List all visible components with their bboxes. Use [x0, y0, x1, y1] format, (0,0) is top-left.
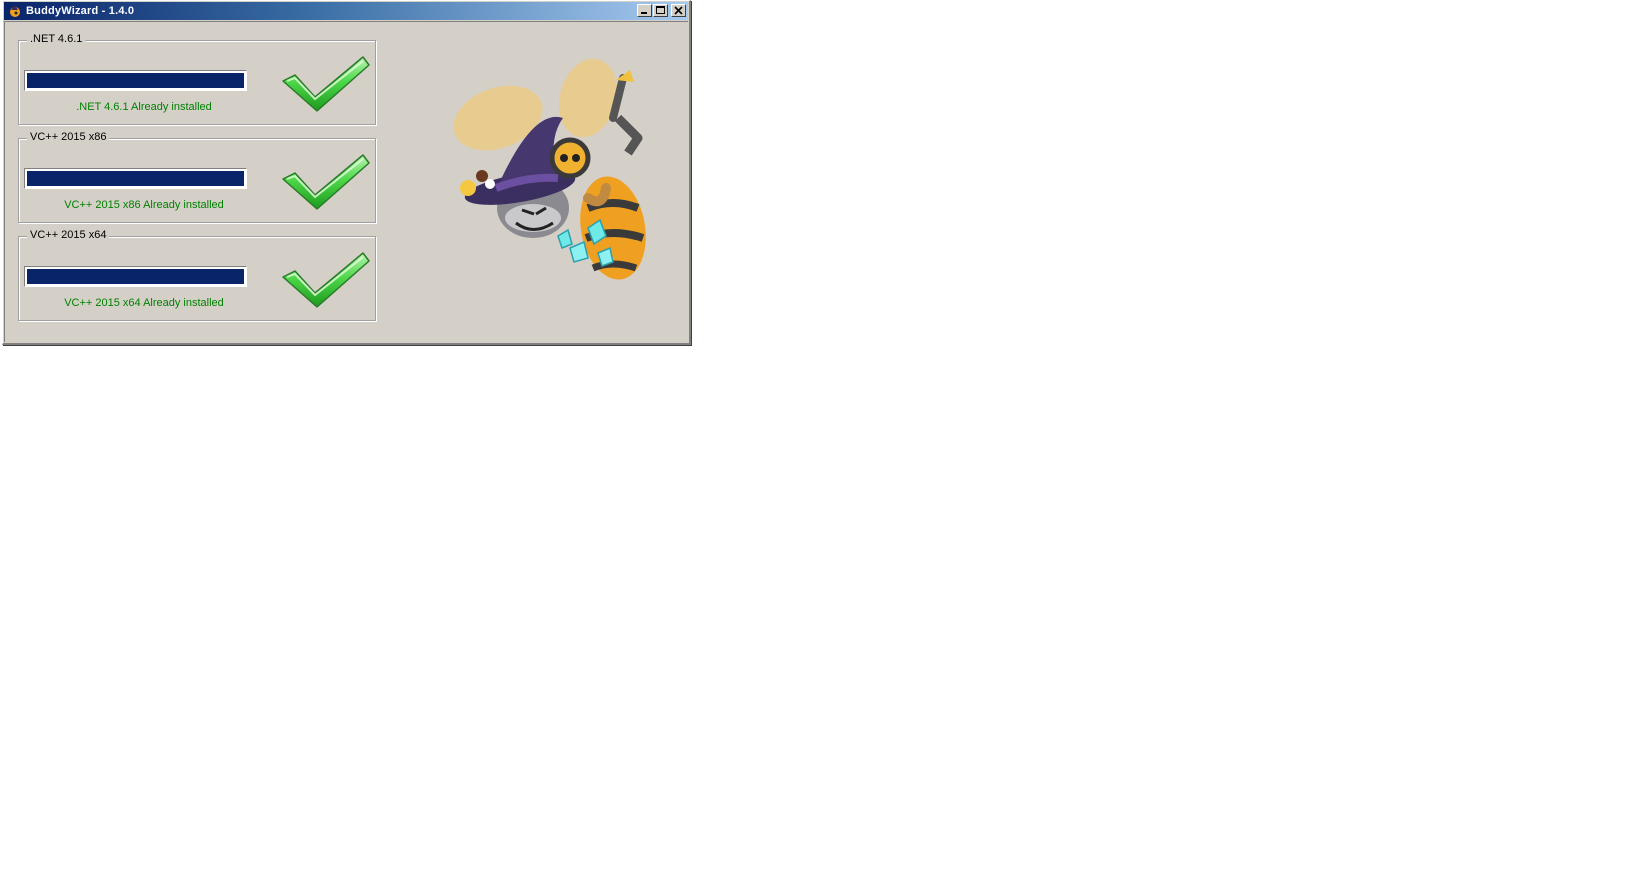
window-title: BuddyWizard - 1.4.0 [26, 5, 135, 17]
checkmark-icon [282, 56, 370, 112]
status-text: VC++ 2015 x64 Already installed [64, 297, 224, 309]
maximize-icon [656, 6, 665, 14]
progress-fill [27, 73, 244, 88]
window-client-area: .NET 4.6.1 .NET 4.6.1 Already installed [4, 21, 688, 342]
group-title: VC++ 2015 x64 [27, 229, 110, 241]
minimize-button[interactable] [637, 4, 652, 17]
checkmark-icon [282, 154, 370, 210]
progress-fill [27, 171, 244, 186]
group-title: .NET 4.6.1 [27, 33, 86, 45]
component-group-vc-x64: VC++ 2015 x64 VC++ 2015 x64 Already inst… [18, 229, 376, 321]
progress-bar [24, 168, 247, 189]
component-group-vc-x86: VC++ 2015 x86 VC++ 2015 x86 Already inst… [18, 131, 376, 223]
close-icon [674, 6, 683, 15]
component-group-dotnet: .NET 4.6.1 .NET 4.6.1 Already installed [18, 33, 376, 125]
progress-bar [24, 70, 247, 91]
buddy-icon [10, 5, 20, 17]
minimize-icon [641, 12, 647, 14]
status-text: .NET 4.6.1 Already installed [76, 101, 212, 113]
group-title: VC++ 2015 x86 [27, 131, 110, 143]
progress-bar [24, 266, 247, 287]
progress-fill [27, 269, 244, 284]
installer-window: BuddyWizard - 1.4.0 .NET 4.6.1 .NET 4.6.… [2, 0, 691, 345]
checkmark-icon [282, 252, 370, 308]
wizard-bee-mascot [453, 58, 646, 280]
close-button[interactable] [671, 4, 686, 17]
maximize-button[interactable] [653, 4, 668, 17]
title-bar[interactable]: BuddyWizard - 1.4.0 [4, 2, 688, 20]
status-text: VC++ 2015 x86 Already installed [64, 199, 224, 211]
